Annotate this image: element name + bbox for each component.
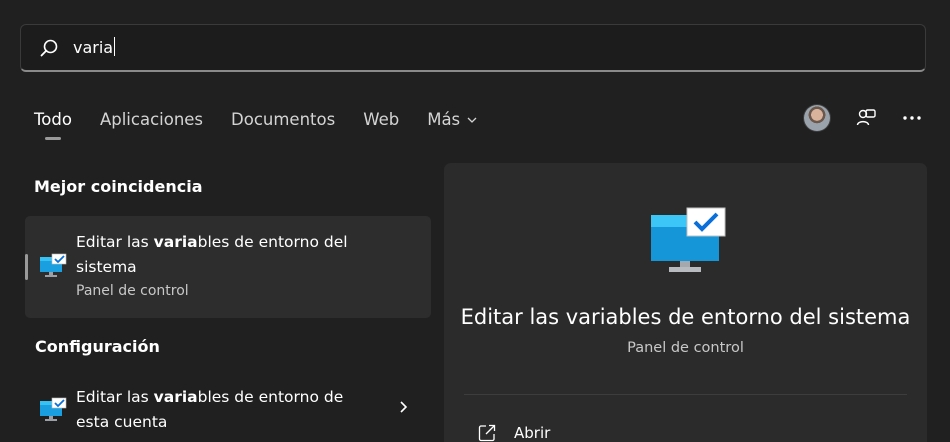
tab-documentos[interactable]: Documentos (217, 102, 349, 138)
tab-label: Más (427, 110, 461, 129)
preview-panel: Editar las variables de entorno del sist… (444, 163, 927, 442)
divider (464, 394, 907, 395)
filter-tabs: Todo Aplicaciones Documentos Web Más (20, 100, 492, 140)
tab-label: Web (363, 110, 400, 129)
account-switch-button[interactable] (854, 106, 878, 130)
tab-label: Todo (34, 110, 72, 129)
system-properties-icon (40, 397, 67, 421)
preview-subtitle: Panel de control (627, 340, 744, 356)
account-switch-icon (856, 109, 876, 126)
search-icon (40, 39, 58, 57)
more-options-button[interactable] (900, 106, 924, 130)
tab-web[interactable]: Web (349, 102, 413, 138)
active-tab-indicator (44, 137, 61, 140)
title-prefix: Editar las (76, 233, 154, 251)
selection-indicator (25, 254, 28, 280)
open-action-label: Abrir (514, 424, 551, 442)
chevron-right-icon[interactable] (397, 400, 409, 414)
system-properties-icon (40, 253, 67, 277)
open-action[interactable]: Abrir (478, 421, 550, 442)
title-highlight: varia (153, 388, 198, 406)
preview-title: Editar las variables de entorno del sist… (460, 305, 911, 329)
chevron-down-icon (467, 117, 477, 123)
header-actions (804, 100, 924, 136)
text-caret (114, 37, 116, 56)
search-box[interactable]: varia (20, 24, 926, 72)
open-external-icon (478, 424, 496, 442)
best-match-subtitle: Panel de control (76, 283, 189, 299)
tab-aplicaciones[interactable]: Aplicaciones (86, 102, 217, 138)
tab-label: Documentos (231, 110, 336, 129)
config-result[interactable]: Editar las variables de entorno de esta … (25, 378, 431, 442)
title-prefix: Editar las (76, 388, 154, 406)
search-input[interactable]: varia (73, 33, 893, 63)
tab-more[interactable]: Más (413, 102, 492, 138)
best-match-heading: Mejor coincidencia (34, 177, 203, 196)
avatar[interactable] (804, 105, 830, 131)
best-match-title: Editar las variables de entorno del sist… (76, 230, 376, 280)
more-options-icon (903, 116, 921, 120)
tab-todo[interactable]: Todo (20, 102, 86, 140)
best-match-result[interactable]: Editar las variables de entorno del sist… (25, 216, 431, 318)
config-result-title: Editar las variables de entorno de esta … (76, 385, 356, 435)
tab-label: Aplicaciones (99, 110, 204, 129)
configuracion-heading: Configuración (35, 337, 160, 356)
search-window: varia Todo Aplicaciones Documentos Web M… (0, 0, 950, 442)
system-properties-icon (651, 207, 726, 272)
title-highlight: varia (153, 233, 198, 251)
search-query: varia (73, 38, 114, 57)
